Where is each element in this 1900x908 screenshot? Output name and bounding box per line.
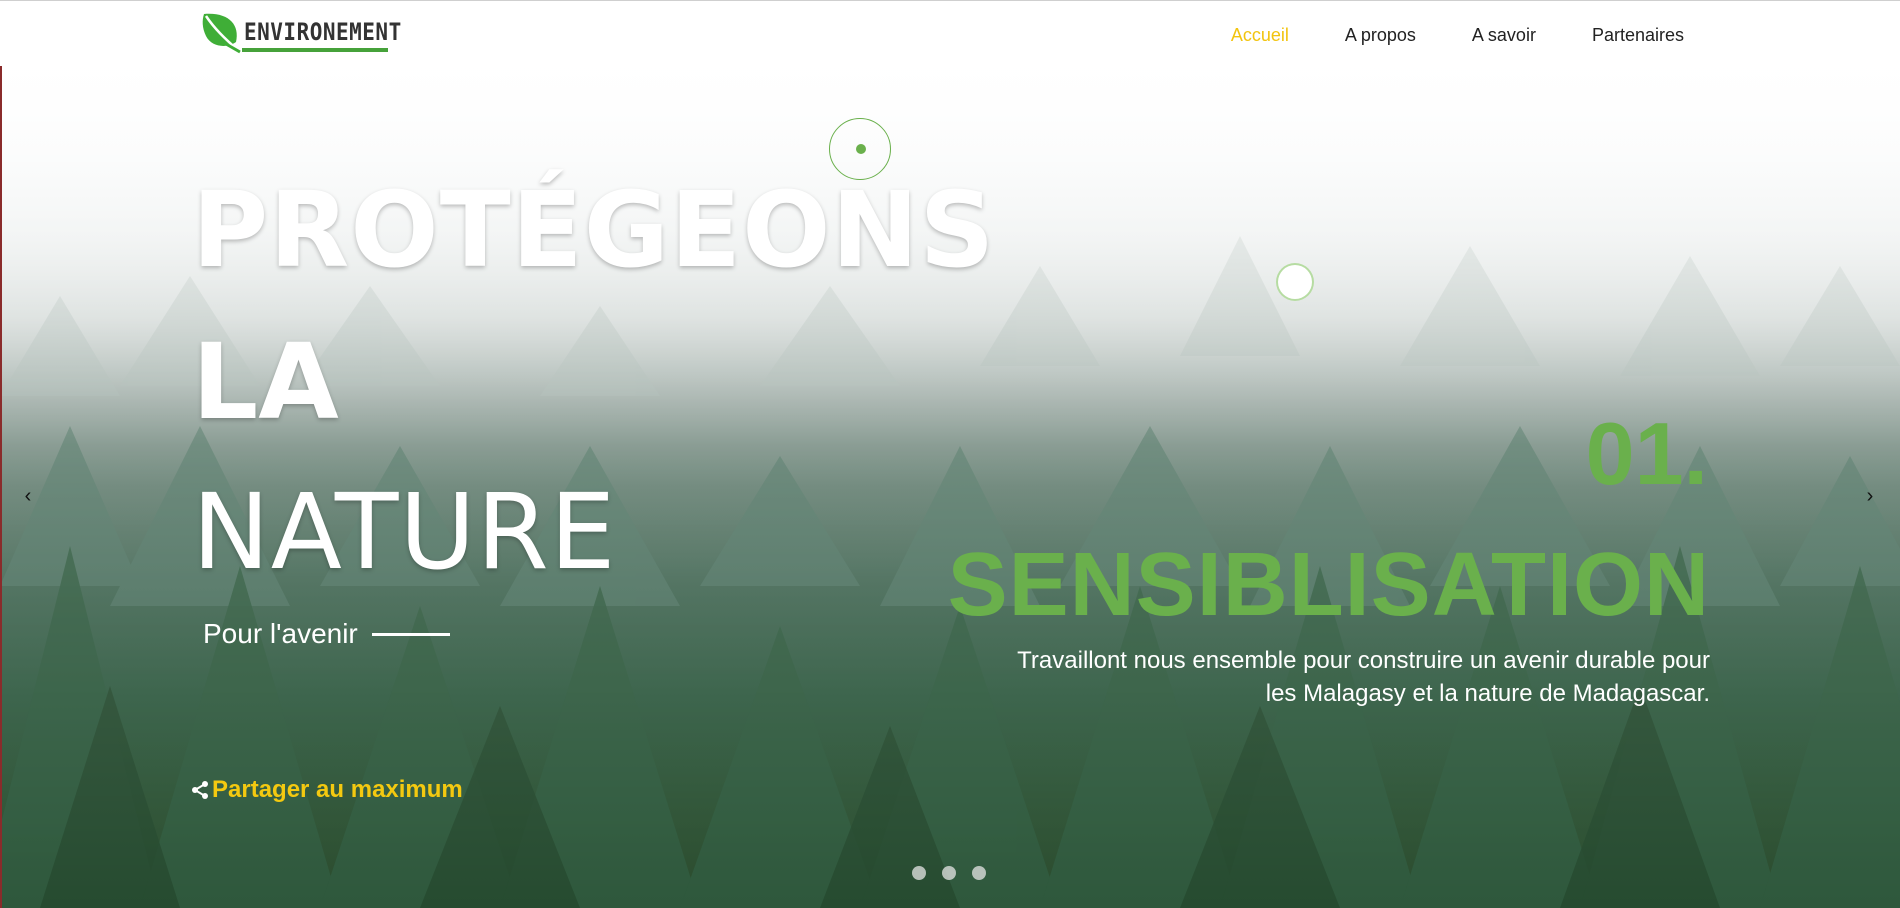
slide-description: Travaillont nous ensemble pour construir… bbox=[1017, 647, 1710, 707]
tagline-text: Pour l'avenir bbox=[203, 618, 358, 649]
share-link[interactable]: Partager au maximum bbox=[190, 776, 463, 804]
nav-item-a-savoir[interactable]: A savoir bbox=[1472, 25, 1536, 46]
site-header: ENVIRONEMENT Accueil A propos A savoir P… bbox=[0, 0, 1900, 66]
headline-line-1: PROTÉGEONS bbox=[192, 169, 996, 291]
headline-line-3: NATURE bbox=[192, 471, 617, 593]
tagline-divider bbox=[371, 632, 450, 636]
share-label: Partager au maximum bbox=[212, 776, 463, 803]
hero-carousel: PROTÉGEONS LA NATURE Pour l'avenir Parta… bbox=[0, 66, 1900, 908]
decorative-white-circle bbox=[1278, 265, 1312, 299]
nav-item-a-propos[interactable]: A propos bbox=[1345, 25, 1416, 46]
headline-line-2: LA bbox=[192, 321, 339, 443]
left-edge-line bbox=[0, 66, 2, 908]
decorative-dot bbox=[856, 144, 866, 154]
carousel-indicator-3[interactable] bbox=[972, 866, 986, 880]
logo-text: ENVIRONEMENT bbox=[244, 18, 402, 46]
carousel-indicator-2[interactable] bbox=[942, 866, 956, 880]
carousel-indicators bbox=[912, 866, 986, 880]
nav-item-partenaires[interactable]: Partenaires bbox=[1592, 25, 1684, 46]
share-icon bbox=[192, 781, 208, 799]
leaf-icon bbox=[202, 13, 241, 54]
carousel-next-arrow-icon[interactable]: › bbox=[1860, 486, 1880, 506]
carousel-prev-arrow-icon[interactable]: ‹ bbox=[18, 486, 38, 506]
tagline: Pour l'avenir bbox=[203, 618, 450, 650]
nav-item-accueil[interactable]: Accueil bbox=[1231, 25, 1289, 46]
logo-underline bbox=[242, 48, 388, 52]
slide-number: 01. bbox=[1585, 404, 1708, 503]
slide-title: SENSIBLISATION bbox=[947, 535, 1710, 635]
logo[interactable]: ENVIRONEMENT bbox=[198, 10, 401, 54]
main-nav: Accueil A propos A savoir Partenaires bbox=[1231, 25, 1684, 46]
carousel-indicator-1[interactable] bbox=[912, 866, 926, 880]
